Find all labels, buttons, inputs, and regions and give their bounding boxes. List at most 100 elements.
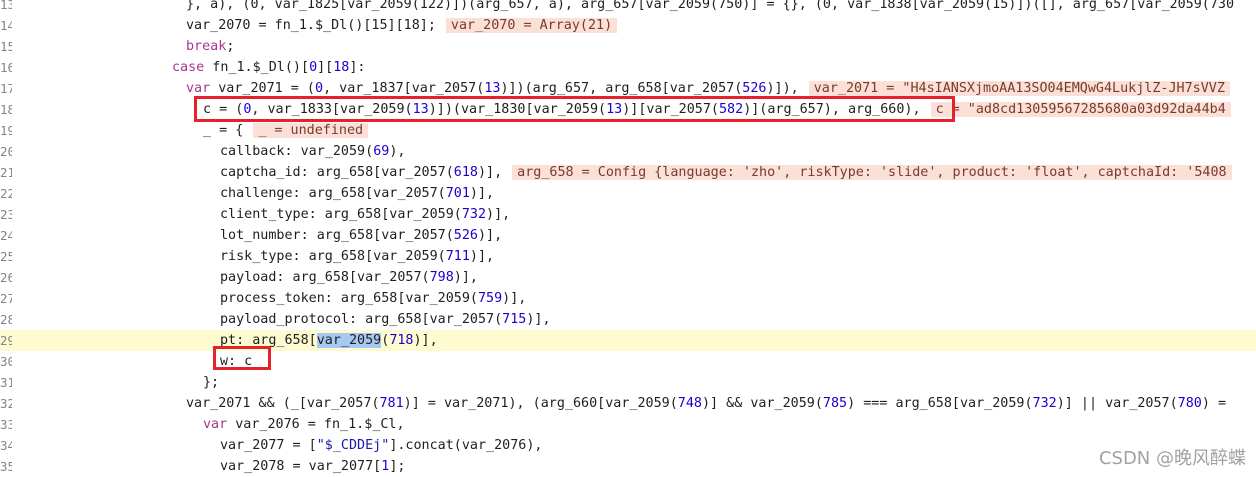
code-line[interactable]: 31}; [0,372,1256,393]
line-number: 29 [0,333,12,348]
code-line[interactable]: 30 w: c [0,351,1256,372]
line-number: 30 [0,354,12,369]
code-token: ].concat(var_2076), [389,438,543,453]
code-token: ][ [317,60,334,75]
code-token: c = ( [203,102,244,117]
code-token: ; [226,39,235,54]
code-token: )], [477,228,503,243]
code-token: 526 [453,228,478,243]
code-text: break; [186,36,234,57]
code-line[interactable]: 14 var_2070 = fn_1.$_Dl()[15][18]; var_207… [0,15,1256,36]
line-number: 32 [0,396,12,411]
code-token: 701 [445,186,470,201]
code-token: 781 [379,396,404,411]
code-line[interactable]: 33 var var_2076 = fn_1.$_Cl, [0,414,1256,435]
code-text: }, a), (0, var_1825[var_2059(122)])(arg_… [186,0,1234,15]
line-number: 27 [0,291,12,306]
code-line[interactable]: 28 payload_protocol: arg_658[var_2057(715… [0,309,1256,330]
code-line[interactable]: 23 client_type: arg_658[var_2059(732)], [0,204,1256,225]
code-line[interactable]: 35 var_2078 = var_2077[1]; [0,456,1256,477]
code-token: captcha_id: arg_658[var_2057( [220,165,454,180]
code-text: captcha_id: arg_658[var_2057(618)], arg_6… [220,162,1232,183]
code-token: payload: arg_658[var_2057( [220,270,430,285]
code-token: ) = [1201,396,1227,411]
code-line[interactable]: 15 break; [0,36,1256,57]
code-token: ), [389,144,406,159]
code-token: }; [203,375,220,390]
code-text: c = (0, var_1833[var_2059(13)])(var_1830… [203,99,1231,120]
code-token: var_2071 && (_[var_2057( [186,396,380,411]
line-number: 16 [0,60,12,75]
code-line[interactable]: 26 payload: arg_658[var_2057(798)], [0,267,1256,288]
code-token: , var_1833[var_2059( [251,102,413,117]
code-token: )], [526,312,551,327]
line-number: 25 [0,249,12,264]
code-line[interactable]: 21 captcha_id: arg_658[var_2057(618)], arg… [0,162,1256,183]
code-line[interactable]: 17 var var_2071 = (0, var_1837[var_2057(1… [0,78,1256,99]
code-line[interactable]: 16 case fn_1.$_Dl()[0][18]: [0,57,1256,78]
code-line[interactable]: 27 process_token: arg_658[var_2059(759)], [0,288,1256,309]
code-text: payload_protocol: arg_658[var_2057(715)]… [220,309,551,330]
code-line[interactable]: 22 challenge: arg_658[var_2057(701)], [0,183,1256,204]
code-token: var_2078 = var_2077[ [220,459,382,474]
line-number: 28 [0,312,12,327]
code-token: callback: var_2059( [220,144,374,159]
code-token: )] = var_2071), (arg_660[var_2059( [403,396,678,411]
code-line[interactable]: 13}, a), (0, var_1825[var_2059(122)])(ar… [0,0,1256,15]
code-token: )], [486,207,511,222]
code-token: )], [413,333,438,348]
code-text: var_2078 = var_2077[1]; [220,456,405,477]
inline-value-preview: _ = undefined [253,123,369,138]
line-number: 22 [0,186,12,201]
code-line[interactable]: 19 _ = {_ = undefined [0,120,1256,141]
code-text: process_token: arg_658[var_2059(759)], [220,288,526,309]
line-number: 35 [0,459,12,474]
code-text: client_type: arg_658[var_2059(732)], [220,204,510,225]
code-line[interactable]: 18 c = (0, var_1833[var_2059(13)])(var_18… [0,99,1256,120]
code-token: 0 [309,60,318,75]
code-token: var [203,417,228,432]
code-token: pt: arg_658[ [220,333,317,348]
code-token: 69 [373,144,390,159]
code-token: w: c [220,354,253,369]
code-line[interactable]: 24 lot_number: arg_658[var_2057(526)], [0,225,1256,246]
code-token: 13 [484,81,501,96]
code-line[interactable]: 29 pt: arg_658[var_2059(718)], [0,330,1256,351]
code-text: case fn_1.$_Dl()[0][18]: [172,57,366,78]
line-number: 31 [0,375,12,390]
line-number: 15 [0,39,12,54]
line-number: 23 [0,207,12,222]
inline-value-preview: arg_658 = Config {language: 'zho', riskT… [512,165,1232,180]
code-token: lot_number: arg_658[var_2057( [220,228,454,243]
code-token: risk_type: arg_658[var_2059( [220,249,446,264]
code-token: "$_CDDEj" [316,438,390,453]
code-line[interactable]: 25 risk_type: arg_658[var_2059(711)], [0,246,1256,267]
code-line[interactable]: 32 var_2071 && (_[var_2057(781)] = var_20… [0,393,1256,414]
code-text: lot_number: arg_658[var_2057(526)], [220,225,502,246]
code-token: var_2077 = [ [220,438,317,453]
code-token: , var_1837[var_2057( [323,81,485,96]
line-number: 26 [0,270,12,285]
code-token: 748 [677,396,702,411]
code-token: 780 [1177,396,1202,411]
line-number: 19 [0,123,12,138]
inline-value-preview: c = "ad8cd13059567285680a03d92da44b4 [930,102,1231,117]
code-token: break [186,39,227,54]
code-line[interactable]: 20 callback: var_2059(69), [0,141,1256,162]
code-line[interactable]: 34 var_2077 = ["$_CDDEj"].concat(var_2076… [0,435,1256,456]
code-token: )])(arg_657, arg_658[var_2057( [500,81,743,96]
line-number: 17 [0,81,12,96]
code-token: client_type: arg_658[var_2059( [220,207,462,222]
code-token: 798 [429,270,454,285]
code-token: 718 [389,333,414,348]
code-token: ]: [349,60,366,75]
code-text: pt: arg_658[var_2059(718)], [220,330,438,351]
code-token: payload_protocol: arg_658[var_2057( [220,312,503,327]
code-token: )], [469,186,495,201]
code-token: var_2071 = ( [210,81,315,96]
code-editor[interactable]: 13 }, a), (0, var_1825[var_2059(122)])(ar… [0,0,1256,476]
code-token: challenge: arg_658[var_2057( [220,186,446,201]
csdn-watermark: CSDN @晚风醉蝶 [1098,448,1246,469]
code-text: callback: var_2059(69), [220,141,405,162]
code-token: )], [469,249,495,264]
